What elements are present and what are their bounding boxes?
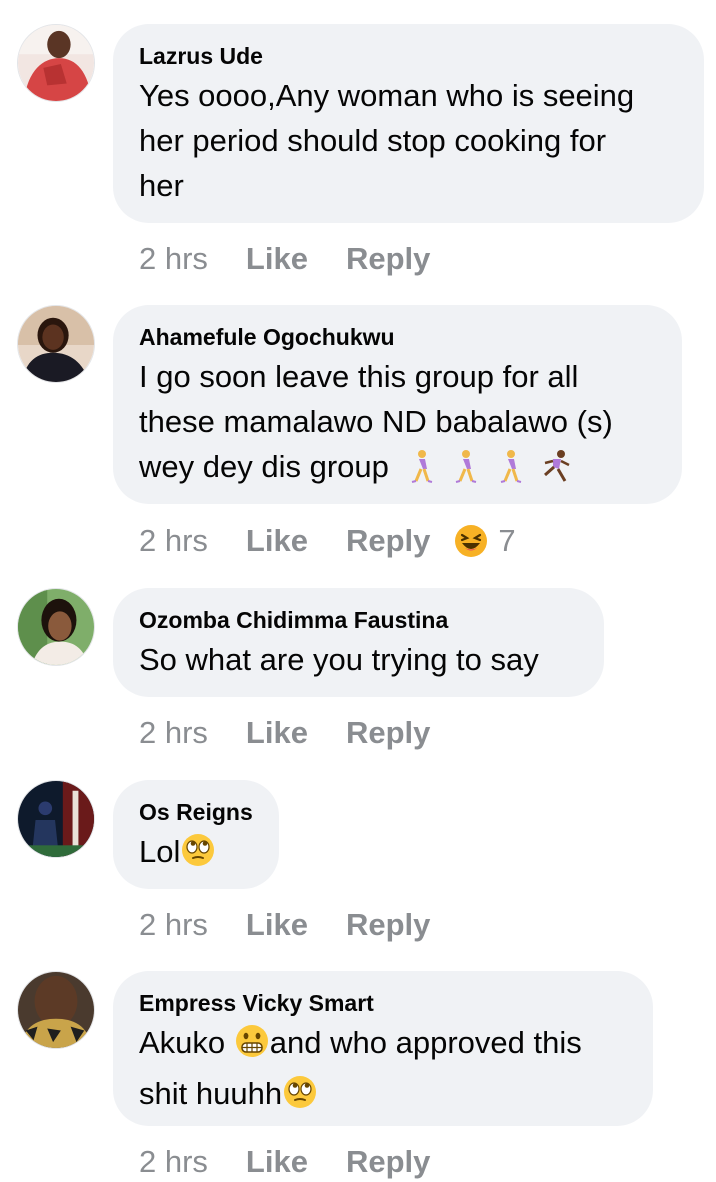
comment-actions: 2 hrs Like Reply: [139, 1142, 430, 1182]
comment-actions: 2 hrs Like Reply 7: [139, 521, 516, 561]
comment-bubble: Lazrus Ude Yes oooo,Any woman who is see…: [113, 24, 704, 223]
comment-line: these mamalawo ND babalawo (s): [139, 404, 613, 439]
reply-button[interactable]: Reply: [346, 905, 430, 945]
like-button[interactable]: Like: [246, 713, 308, 753]
comment-actions: 2 hrs Like Reply: [139, 713, 430, 753]
comment-actions: 2 hrs Like Reply: [139, 905, 430, 945]
reply-button[interactable]: Reply: [346, 1142, 430, 1182]
comment-actions: 2 hrs Like Reply: [139, 239, 430, 279]
reaction-count: 7: [498, 523, 516, 558]
comment-line: shit huuhh: [139, 1071, 627, 1122]
like-button[interactable]: Like: [246, 521, 308, 561]
reaction-summary[interactable]: 7: [454, 521, 516, 561]
reply-button[interactable]: Reply: [346, 713, 430, 753]
comment-line-text: Lol: [139, 834, 181, 869]
comment-line-text: shit huuhh: [139, 1076, 283, 1111]
comment-line: Akuko and who approved this: [139, 1020, 627, 1071]
woman-walking-icon: [406, 449, 436, 495]
comment-time[interactable]: 2 hrs: [139, 239, 208, 279]
comment-time[interactable]: 2 hrs: [139, 713, 208, 753]
comment-bubble: Ozomba Chidimma Faustina So what are you…: [113, 588, 604, 697]
eye-roll-emoji-icon: [180, 832, 216, 880]
woman-walking-icon: [450, 449, 480, 495]
comment-text: Lol: [139, 829, 253, 880]
comment-line: her: [139, 168, 184, 203]
reply-button[interactable]: Reply: [346, 521, 430, 561]
comment-bubble: Empress Vicky Smart Akuko and who approv…: [113, 971, 653, 1126]
avatar-photo: [18, 781, 94, 857]
comment-line: So what are you trying to say: [139, 642, 539, 677]
comment-text: Akuko and who approved this shit huuhh: [139, 1020, 627, 1122]
comment-line: Lol: [139, 829, 253, 880]
comment-time[interactable]: 2 hrs: [139, 521, 208, 561]
like-button[interactable]: Like: [246, 905, 308, 945]
comment-bubble: Os Reigns Lol: [113, 780, 279, 889]
woman-walking-icon: [495, 449, 525, 495]
grimace-emoji-icon: [234, 1023, 270, 1071]
comment-author[interactable]: Ahamefule Ogochukwu: [139, 323, 656, 351]
woman-running-icon: [539, 449, 573, 495]
avatar[interactable]: [17, 24, 95, 102]
comment-author[interactable]: Ozomba Chidimma Faustina: [139, 606, 578, 634]
comment-line-text: wey dey dis group: [139, 449, 389, 484]
comment-text: Yes oooo,Any woman who is seeing her per…: [139, 73, 678, 208]
comment-line-text: and who approved this: [269, 1025, 582, 1060]
comment-author[interactable]: Lazrus Ude: [139, 42, 678, 70]
avatar[interactable]: [17, 971, 95, 1049]
like-button[interactable]: Like: [246, 239, 308, 279]
avatar-photo: [18, 306, 94, 382]
avatar[interactable]: [17, 305, 95, 383]
avatar-photo: [18, 972, 94, 1048]
eye-roll-emoji-icon: [282, 1074, 318, 1122]
comment-line: her period should stop cooking for: [139, 123, 607, 158]
avatar-photo: [18, 25, 94, 101]
comment-bubble: Ahamefule Ogochukwu I go soon leave this…: [113, 305, 682, 504]
comment-time[interactable]: 2 hrs: [139, 905, 208, 945]
comment-author[interactable]: Empress Vicky Smart: [139, 989, 627, 1017]
comment-line-text: Akuko: [139, 1025, 226, 1060]
reply-button[interactable]: Reply: [346, 239, 430, 279]
comment-author[interactable]: Os Reigns: [139, 798, 253, 826]
comment-text: I go soon leave this group for all these…: [139, 354, 656, 495]
comment-text: So what are you trying to say: [139, 637, 578, 682]
comment-line: I go soon leave this group for all: [139, 359, 579, 394]
avatar-photo: [18, 589, 94, 665]
like-button[interactable]: Like: [246, 1142, 308, 1182]
haha-reaction-icon: [454, 524, 488, 558]
comment-time[interactable]: 2 hrs: [139, 1142, 208, 1182]
avatar[interactable]: [17, 780, 95, 858]
comment-line: Yes oooo,Any woman who is seeing: [139, 78, 635, 113]
avatar[interactable]: [17, 588, 95, 666]
comment-line: wey dey dis group: [139, 444, 656, 495]
